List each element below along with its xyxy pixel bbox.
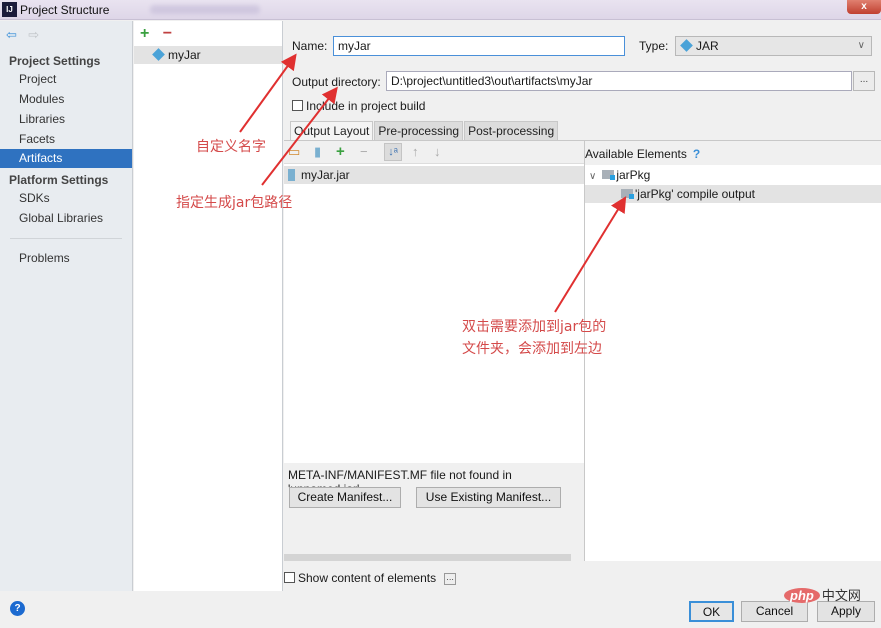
remove-icon[interactable]: − bbox=[360, 145, 368, 159]
more-options-button[interactable]: … bbox=[444, 572, 457, 585]
apply-button[interactable]: Apply bbox=[817, 601, 875, 622]
output-directory-label: Output directory: bbox=[292, 75, 381, 89]
section-platform-settings: Platform Settings bbox=[9, 173, 109, 187]
move-up-icon[interactable]: ↑ bbox=[412, 145, 419, 159]
intellij-app-icon: IJ bbox=[2, 2, 17, 17]
include-in-build-label: Include in project build bbox=[306, 99, 426, 113]
tab-bar: Output Layout Pre-processing Post-proces… bbox=[290, 121, 559, 141]
tree-node-jarpkg[interactable]: ∨ jarPkg bbox=[585, 166, 881, 184]
tree-node-label: 'jarPkg' compile output bbox=[635, 187, 755, 201]
jar-file-icon bbox=[288, 168, 295, 181]
available-elements-header: Available Elements? bbox=[585, 141, 881, 165]
sidebar-item-modules[interactable]: Modules bbox=[0, 90, 132, 109]
show-content-label: Show content of elements bbox=[298, 571, 437, 585]
move-down-icon[interactable]: ↓ bbox=[434, 145, 441, 159]
add-icon[interactable]: + bbox=[336, 144, 345, 159]
tab-post-processing[interactable]: Post-processing bbox=[464, 121, 559, 141]
chevron-down-icon[interactable]: ∨ bbox=[589, 171, 596, 182]
output-directory-input[interactable]: D:\project\untitled3\out\artifacts\myJar bbox=[386, 71, 852, 91]
manifest-area: META-INF/MANIFEST.MF file not found in '… bbox=[284, 463, 584, 561]
browse-button[interactable]: ... bbox=[853, 71, 875, 91]
sidebar-item-global-libraries[interactable]: Global Libraries bbox=[0, 209, 132, 228]
jar-type-icon bbox=[680, 39, 693, 53]
sidebar-item-sdks[interactable]: SDKs bbox=[0, 189, 132, 208]
window-title: Project Structure bbox=[20, 3, 110, 17]
sidebar: ⇦ ⇨ Project Settings Project Modules Lib… bbox=[0, 21, 133, 591]
add-artifact-icon[interactable]: + bbox=[140, 25, 149, 42]
checkbox-box[interactable] bbox=[292, 100, 303, 112]
close-button[interactable]: x bbox=[847, 0, 881, 14]
sidebar-item-libraries[interactable]: Libraries bbox=[0, 110, 132, 129]
create-manifest-button[interactable]: Create Manifest... bbox=[289, 487, 401, 508]
blurred-title-text bbox=[150, 5, 260, 14]
artifact-list-item[interactable]: myJar bbox=[134, 46, 282, 64]
tree-node-label: jarPkg bbox=[616, 168, 651, 182]
tree-node-compile-output[interactable]: 'jarPkg' compile output bbox=[585, 185, 881, 203]
ok-button[interactable]: OK bbox=[689, 601, 734, 622]
artifact-toolbar: + − bbox=[140, 25, 172, 43]
type-label: Type: bbox=[639, 39, 669, 53]
layout-row-label: myJar.jar bbox=[301, 168, 350, 182]
name-input[interactable]: myJar bbox=[333, 36, 625, 56]
include-in-build-checkbox[interactable]: Include in project build bbox=[292, 99, 425, 113]
show-content-checkbox[interactable]: Show content of elements … bbox=[284, 571, 457, 585]
jar-artifact-icon bbox=[152, 48, 165, 62]
annotation-name-hint: 自定义名字 bbox=[196, 139, 266, 155]
annotation-add-hint-line2: 文件夹，会添加到左边 bbox=[462, 341, 602, 357]
available-elements-title: Available Elements bbox=[585, 147, 687, 161]
available-elements-pane: Available Elements? ∨ jarPkg 'jarPkg' com… bbox=[585, 141, 881, 561]
section-project-settings: Project Settings bbox=[9, 54, 101, 68]
dialog-footer: ? OK Cancel Apply bbox=[0, 591, 881, 628]
sidebar-item-problems[interactable]: Problems bbox=[0, 249, 132, 268]
name-label: Name: bbox=[292, 39, 328, 53]
tab-pre-processing[interactable]: Pre-processing bbox=[374, 121, 464, 141]
nav-arrows: ⇦ ⇨ bbox=[6, 27, 47, 43]
tab-output-layout[interactable]: Output Layout bbox=[290, 121, 374, 141]
sidebar-item-artifacts[interactable]: Artifacts bbox=[0, 149, 132, 168]
sidebar-item-facets[interactable]: Facets bbox=[0, 130, 132, 149]
sidebar-divider bbox=[10, 238, 122, 239]
use-existing-manifest-button[interactable]: Use Existing Manifest... bbox=[416, 487, 561, 508]
artifact-list-panel: + − myJar bbox=[134, 21, 283, 591]
sidebar-item-project[interactable]: Project bbox=[0, 70, 132, 89]
horizontal-scrollbar[interactable] bbox=[284, 554, 571, 561]
watermark-php: php bbox=[784, 588, 820, 603]
cancel-button[interactable]: Cancel bbox=[741, 601, 808, 622]
title-bar: IJ Project Structure x bbox=[0, 0, 881, 20]
new-folder-icon[interactable]: ▭ bbox=[288, 145, 300, 159]
sort-icon[interactable]: ↓ᵃ bbox=[384, 143, 402, 161]
layout-toolbar: ▭ ▮ + − ↓ᵃ ↑ ↓ bbox=[284, 141, 584, 164]
artifact-settings: Name: myJar Type: JAR ∨ Output directory… bbox=[284, 21, 881, 591]
checkbox-box[interactable] bbox=[284, 572, 295, 584]
help-icon[interactable]: ? bbox=[693, 147, 700, 161]
type-select[interactable]: JAR ∨ bbox=[675, 36, 872, 56]
forward-arrow-icon[interactable]: ⇨ bbox=[28, 27, 39, 43]
layout-tree-row[interactable]: myJar.jar bbox=[284, 166, 584, 184]
help-button[interactable]: ? bbox=[10, 601, 25, 616]
watermark-cn: 中文网 bbox=[821, 588, 861, 603]
back-arrow-icon[interactable]: ⇦ bbox=[6, 27, 17, 43]
type-value: JAR bbox=[696, 39, 719, 53]
artifact-name: myJar bbox=[168, 48, 201, 62]
watermark: php 中文网 bbox=[784, 585, 861, 604]
annotation-path-hint: 指定生成jar包路径 bbox=[176, 195, 293, 211]
annotation-add-hint-line1: 双击需要添加到jar包的 bbox=[462, 319, 607, 335]
output-folder-icon bbox=[621, 189, 634, 200]
archive-icon[interactable]: ▮ bbox=[314, 145, 321, 159]
remove-artifact-icon[interactable]: − bbox=[163, 25, 172, 42]
module-folder-icon bbox=[602, 170, 616, 181]
chevron-down-icon: ∨ bbox=[857, 40, 865, 51]
